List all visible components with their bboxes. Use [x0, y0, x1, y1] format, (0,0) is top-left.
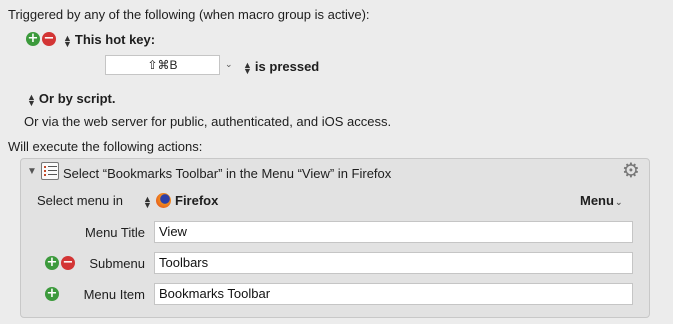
- add-trigger-button[interactable]: +: [26, 32, 40, 46]
- script-trigger-label: Or by script.: [38, 91, 116, 106]
- menu-title-label: Menu Title: [85, 225, 145, 240]
- action-title[interactable]: Select “Bookmarks Toolbar” in the Menu “…: [63, 166, 391, 181]
- script-trigger-popup[interactable]: ▲ ▼ Or by script.: [27, 91, 116, 108]
- gear-icon[interactable]: ⚙: [621, 160, 641, 180]
- web-server-text: Or via the web server for public, authen…: [24, 114, 392, 129]
- actions-heading: Will execute the following actions:: [8, 139, 203, 154]
- chevron-down-icon: ⌄: [614, 197, 623, 207]
- hotkey-field[interactable]: ⇧⌘B: [105, 55, 220, 75]
- disclosure-triangle-icon[interactable]: ▼: [27, 166, 37, 177]
- hotkey-options-chevron-icon[interactable]: ⌄: [225, 59, 233, 70]
- menu-title-field[interactable]: View: [154, 221, 633, 243]
- trigger-type-popup[interactable]: ▲ ▼ This hot key:: [63, 32, 156, 49]
- menu-list-icon: [41, 162, 59, 180]
- plus-icon: +: [27, 31, 39, 46]
- hotkey-state-label: is pressed: [254, 59, 320, 74]
- menu-item-field[interactable]: Bookmarks Toolbar: [154, 283, 633, 305]
- menu-button-label: Menu: [580, 193, 614, 208]
- updown-arrows-icon: ▲ ▼: [143, 193, 152, 210]
- trigger-heading: Triggered by any of the following (when …: [8, 7, 370, 22]
- hotkey-state-popup[interactable]: ▲ ▼ is pressed: [243, 59, 320, 76]
- updown-arrows-icon: ▲ ▼: [27, 91, 36, 108]
- hotkey-label: This hot key:: [74, 32, 156, 47]
- updown-arrows-icon: ▲ ▼: [63, 32, 72, 49]
- menu-item-label: Menu Item: [83, 287, 145, 302]
- submenu-field[interactable]: Toolbars: [154, 252, 633, 274]
- submenu-label: Submenu: [89, 256, 145, 271]
- select-menu-label: Select menu in: [37, 193, 123, 208]
- minus-icon: −: [43, 31, 55, 46]
- app-popup[interactable]: ▲ ▼: [143, 193, 155, 210]
- firefox-icon: [156, 193, 171, 208]
- app-name: Firefox: [175, 193, 219, 208]
- remove-trigger-button[interactable]: −: [42, 32, 56, 46]
- updown-arrows-icon: ▲ ▼: [243, 59, 252, 76]
- menu-button[interactable]: Menu⌄: [580, 193, 623, 208]
